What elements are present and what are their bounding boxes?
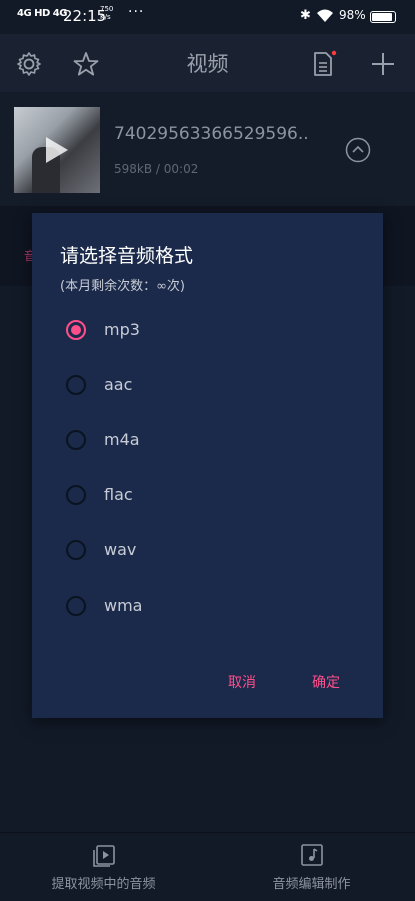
option-label: wav <box>104 540 137 559</box>
nav-label: 音频编辑制作 <box>272 877 351 892</box>
radio-button[interactable] <box>66 485 86 505</box>
dialog-remaining-count: (本月剩余次数：∞次) <box>60 279 185 294</box>
network-speed: 750 K/s <box>100 5 114 21</box>
dialog-title: 请选择音频格式 <box>60 245 194 267</box>
option-label: aac <box>104 375 133 394</box>
nav-extract-audio[interactable]: 提取视频中的音频 <box>0 833 207 901</box>
option-wma[interactable]: wma <box>60 590 340 626</box>
nav-audio-editing[interactable]: 音频编辑制作 <box>208 833 415 901</box>
option-aac[interactable]: aac <box>60 369 340 405</box>
option-label: mp3 <box>104 320 140 339</box>
document-icon[interactable] <box>309 50 337 78</box>
option-wav[interactable]: wav <box>60 534 340 570</box>
signal-indicator: 4G HD 4G <box>17 8 67 19</box>
nav-label: 提取视频中的音频 <box>51 877 156 892</box>
chevron-up-icon[interactable] <box>345 137 371 163</box>
option-label: wma <box>104 596 143 615</box>
radio-button[interactable] <box>66 540 86 560</box>
status-bar: 4G HD 4G 22:15 750 K/s ··· ✱ 98% <box>0 0 415 34</box>
wifi-icon <box>315 7 335 27</box>
battery-fill <box>372 13 392 21</box>
video-thumbnail[interactable] <box>14 107 100 193</box>
page-title: 视频 <box>186 52 229 76</box>
video-extract-icon <box>92 843 116 867</box>
battery-percent: 98% <box>339 8 366 22</box>
confirm-button[interactable]: 确定 <box>312 672 340 692</box>
play-icon <box>46 137 68 163</box>
battery-icon <box>370 11 396 23</box>
bluetooth-icon: ✱ <box>300 8 311 23</box>
audio-format-dialog: 请选择音频格式 (本月剩余次数：∞次) mp3 aac m4a flac wav… <box>32 213 383 718</box>
radio-button[interactable] <box>66 596 86 616</box>
option-label: flac <box>104 485 133 504</box>
top-toolbar: 视频 <box>0 34 415 92</box>
option-mp3[interactable]: mp3 <box>60 314 340 350</box>
more-notifications-icon: ··· <box>128 4 145 20</box>
cancel-button[interactable]: 取消 <box>228 672 256 692</box>
option-label: m4a <box>104 430 140 449</box>
music-note-icon <box>300 843 324 867</box>
radio-dot <box>71 325 81 335</box>
radio-button-selected[interactable] <box>66 320 86 340</box>
option-m4a[interactable]: m4a <box>60 424 340 460</box>
radio-button[interactable] <box>66 375 86 395</box>
radio-button[interactable] <box>66 430 86 450</box>
option-flac[interactable]: flac <box>60 479 340 515</box>
plus-icon[interactable] <box>369 50 397 78</box>
bottom-navigation: 提取视频中的音频 音频编辑制作 <box>0 832 415 901</box>
video-meta: 598kB / 00:02 <box>114 162 199 176</box>
video-name: 74029563366529596.. <box>114 124 309 144</box>
